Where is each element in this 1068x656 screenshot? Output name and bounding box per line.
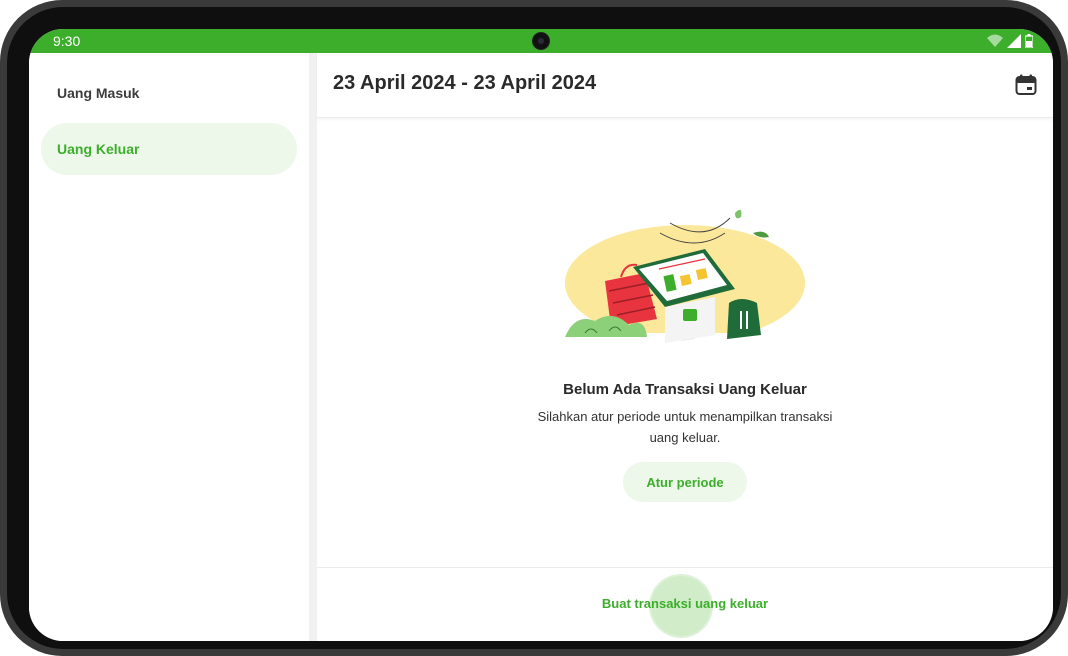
status-icons <box>987 33 1033 49</box>
empty-description: Silahkan atur periode untuk menampilkan … <box>537 409 833 445</box>
empty-title: Belum Ada Transaksi Uang Keluar <box>563 381 807 398</box>
device-bezel: 9:30 Uang Masuk Uang Keluar 23 April 202… <box>7 7 1061 649</box>
calendar-icon <box>1015 74 1037 95</box>
set-period-button[interactable]: Atur periode <box>623 462 747 502</box>
calendar-button[interactable] <box>1015 74 1037 96</box>
empty-illustration <box>565 209 805 365</box>
main-panel: 23 April 2024 - 23 April 2024 Belum Ada … <box>317 53 1053 641</box>
status-time: 9:30 <box>53 33 81 49</box>
device-frame: 9:30 Uang Masuk Uang Keluar 23 April 202… <box>0 0 1068 656</box>
header: 23 April 2024 - 23 April 2024 <box>317 53 1053 118</box>
sidebar-divider <box>309 53 317 641</box>
footer: Buat transaksi uang keluar <box>317 567 1053 641</box>
status-bar: 9:30 <box>29 29 1053 53</box>
set-period-label: Atur periode <box>646 474 724 490</box>
sidebar-item-uang-keluar[interactable]: Uang Keluar <box>41 123 297 175</box>
signal-icon <box>1007 34 1021 48</box>
battery-icon <box>1025 34 1033 48</box>
screen: 9:30 Uang Masuk Uang Keluar 23 April 202… <box>29 29 1053 641</box>
sidebar-item-uang-masuk[interactable]: Uang Masuk <box>41 67 297 119</box>
camera-cutout <box>533 33 549 49</box>
page-title: 23 April 2024 - 23 April 2024 <box>333 72 597 94</box>
wifi-icon <box>987 34 1003 47</box>
create-expense-button[interactable]: Buat transaksi uang keluar <box>317 596 1053 611</box>
sidebar: Uang Masuk Uang Keluar <box>29 53 309 641</box>
sidebar-item-label: Uang Keluar <box>57 141 140 157</box>
sidebar-item-label: Uang Masuk <box>57 85 140 101</box>
